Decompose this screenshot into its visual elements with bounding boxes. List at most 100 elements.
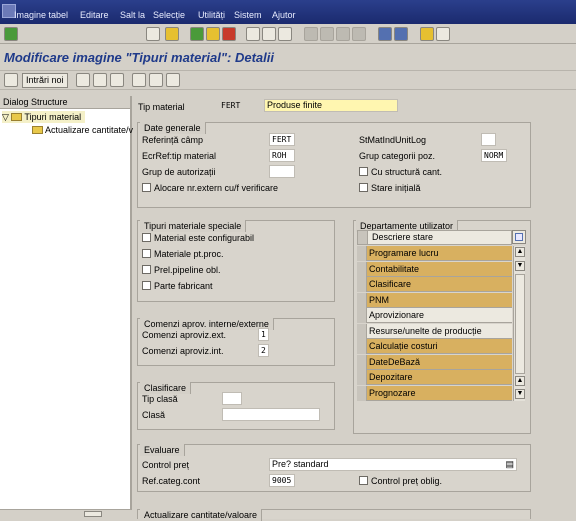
row-selector[interactable] <box>357 308 367 323</box>
display-change-icon[interactable] <box>4 73 18 87</box>
menu-imagine-tabel[interactable]: Imagine tabel <box>14 10 68 20</box>
configurabil-checkbox[interactable] <box>142 233 151 242</box>
referinta-camp-label: Referință câmp <box>142 135 204 145</box>
expand-icon[interactable]: ▽ <box>2 112 11 122</box>
pt-proc-label: Materiale pt.proc. <box>154 249 224 259</box>
layout-menu-icon[interactable] <box>436 27 450 41</box>
table-row[interactable]: Aprovizionare <box>357 308 512 323</box>
undo-change-icon[interactable] <box>110 73 124 87</box>
row-label: PNM <box>369 294 389 305</box>
tree-node-tipuri-material[interactable]: ▽ Tipuri material <box>2 111 86 123</box>
control-pret-oblig-checkbox[interactable] <box>359 476 368 485</box>
find-icon[interactable] <box>262 27 276 41</box>
ref-categ-field[interactable]: 9005 <box>269 474 295 487</box>
back-icon[interactable] <box>190 27 204 41</box>
comenzi-int-label: Comenzi aproviz.int. <box>142 346 224 356</box>
shortcut-icon[interactable] <box>394 27 408 41</box>
grup-autorizatii-field[interactable] <box>269 165 295 178</box>
row-label: Calculație costuri <box>369 341 438 351</box>
parte-fabricant-checkbox[interactable] <box>142 281 151 290</box>
clasa-field[interactable] <box>222 408 320 421</box>
table-row[interactable]: PNM <box>357 292 512 308</box>
cu-structura-checkbox[interactable] <box>359 167 368 176</box>
save-icon[interactable] <box>165 27 179 41</box>
menu-utilitati[interactable]: Utilități <box>198 10 225 20</box>
scroll-up-icon[interactable]: ▲ <box>515 247 525 257</box>
menu-editare[interactable]: Editare <box>80 10 109 20</box>
menu-ajutor[interactable]: Ajutor <box>272 10 296 20</box>
tip-clasa-field[interactable] <box>222 392 242 405</box>
table-settings-icon[interactable] <box>512 230 526 244</box>
row-selector[interactable] <box>357 323 367 339</box>
find-next-icon[interactable] <box>278 27 292 41</box>
table-row[interactable]: Resurse/unelte de producție <box>357 323 512 339</box>
row-selector[interactable] <box>357 261 367 277</box>
comenzi-int-field[interactable]: 2 <box>258 344 269 357</box>
previous-entry-icon[interactable] <box>132 73 146 87</box>
scroll-page-down-icon[interactable]: ▼ <box>515 261 525 271</box>
table-row[interactable]: DateDeBază <box>357 354 512 370</box>
table-row[interactable]: Programare lucru <box>357 246 512 261</box>
alocare-checkbox[interactable] <box>142 183 151 192</box>
tree-horizontal-scrollbar[interactable] <box>0 509 132 517</box>
tree-node-actualizare[interactable]: Actualizare cantitate/v <box>32 124 133 136</box>
new-session-icon[interactable] <box>378 27 392 41</box>
menu-sistem[interactable]: Sistem <box>234 10 262 20</box>
table-row[interactable]: Calculație costuri <box>357 339 512 354</box>
menu-selectie[interactable]: Selecție <box>153 10 185 20</box>
row-label: Depozitare <box>369 372 413 382</box>
stmatind-field[interactable] <box>481 133 496 146</box>
row-selector[interactable] <box>357 292 367 308</box>
tip-material-description[interactable]: Produse finite <box>264 99 398 112</box>
descriere-stare-column[interactable]: Descriere stare <box>372 232 433 242</box>
pipeline-checkbox[interactable] <box>142 265 151 274</box>
scroll-down-icon[interactable]: ▼ <box>515 389 525 399</box>
clasificare-group: Clasificare <box>137 382 335 430</box>
scroll-page-up-icon[interactable]: ▲ <box>515 376 525 386</box>
tree-scroll-thumb[interactable] <box>84 511 102 517</box>
grup-categorii-field[interactable]: NORM <box>481 149 507 162</box>
last-page-icon[interactable] <box>352 27 366 41</box>
row-selector[interactable] <box>357 246 367 261</box>
table-row[interactable]: Clasificare <box>357 277 512 292</box>
previous-page-icon[interactable] <box>320 27 334 41</box>
dropdown-list-icon[interactable]: ▤ <box>505 459 514 470</box>
stare-initiala-checkbox[interactable] <box>359 183 368 192</box>
row-selector[interactable] <box>357 339 367 354</box>
next-entry-icon[interactable] <box>149 73 163 87</box>
help-icon[interactable] <box>420 27 434 41</box>
pipeline-label: Prel.pipeline obl. <box>154 265 221 275</box>
row-selector[interactable] <box>357 354 367 370</box>
table-scrollbar[interactable]: ▲ ▼ ▲ ▼ <box>513 246 525 401</box>
table-row[interactable]: Contabilitate <box>357 261 512 277</box>
pt-proc-checkbox[interactable] <box>142 249 151 258</box>
row-selector[interactable] <box>357 370 367 385</box>
scroll-thumb[interactable] <box>515 274 525 374</box>
clasa-label: Clasă <box>142 410 166 420</box>
row-selector[interactable] <box>357 277 367 292</box>
menu-salt-la[interactable]: Salt la <box>120 10 145 20</box>
copy-as-icon[interactable] <box>76 73 90 87</box>
table-row[interactable]: Prognozare <box>357 385 512 401</box>
referinta-camp-field[interactable]: FERT <box>269 133 295 146</box>
ref-categ-label: Ref.categ.cont <box>142 476 201 486</box>
cancel-icon[interactable] <box>222 27 236 41</box>
stmatind-label: StMatIndUnitLog <box>359 135 427 145</box>
print-icon[interactable] <box>246 27 260 41</box>
exit-icon[interactable] <box>206 27 220 41</box>
variant-icon[interactable] <box>166 73 180 87</box>
history-icon[interactable] <box>146 27 160 41</box>
new-entries-button[interactable]: Intrări noi <box>22 73 68 88</box>
row-selector[interactable] <box>357 385 367 401</box>
enter-icon[interactable] <box>4 27 18 41</box>
comenzi-ext-field[interactable]: 1 <box>258 328 269 341</box>
control-pret-dropdown[interactable]: Pre? standard ▤ <box>269 458 517 471</box>
select-all-cell[interactable] <box>358 231 368 244</box>
next-page-icon[interactable] <box>336 27 350 41</box>
row-label: Prognozare <box>369 387 416 398</box>
ecr-ref-field[interactable]: ROH <box>269 149 295 162</box>
first-page-icon[interactable] <box>304 27 318 41</box>
table-row[interactable]: Depozitare <box>357 370 512 385</box>
delete-icon[interactable] <box>93 73 107 87</box>
tip-material-label: Tip material <box>138 102 185 112</box>
